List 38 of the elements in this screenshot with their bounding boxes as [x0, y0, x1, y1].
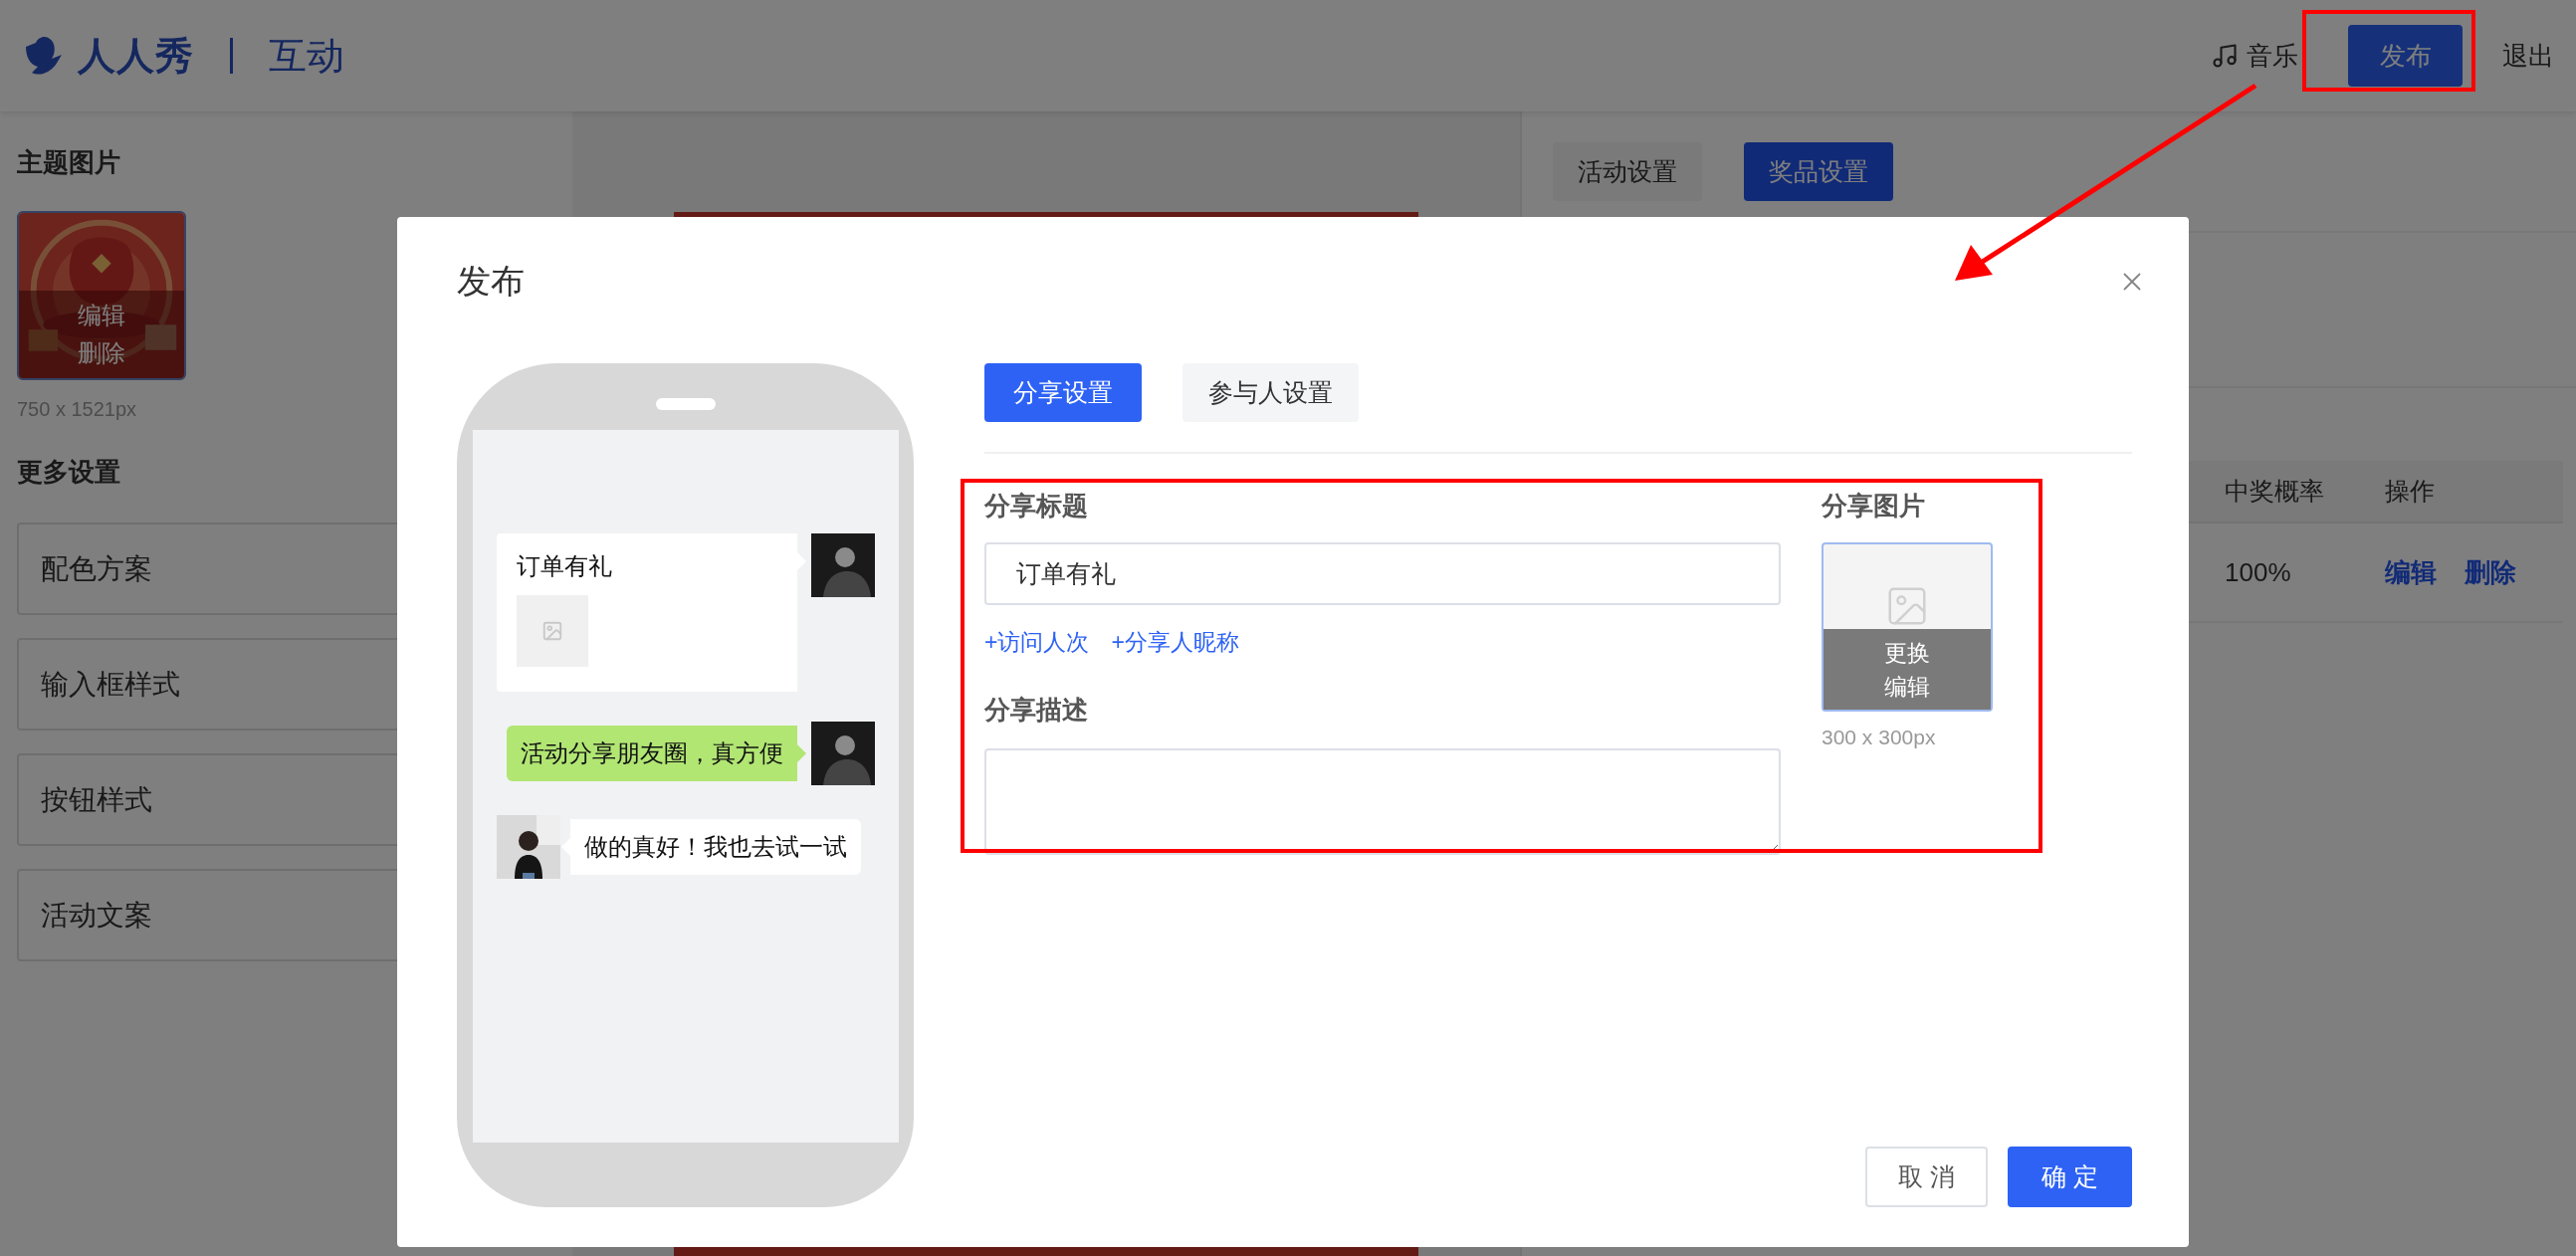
- panel-tab[interactable]: 奖品设置: [1744, 142, 1893, 201]
- publish-button[interactable]: 发布: [2348, 25, 2463, 87]
- image-action[interactable]: 编辑: [1884, 673, 1930, 700]
- table-action-link[interactable]: 编辑: [2385, 554, 2437, 590]
- table-header-cell: 操作: [2385, 461, 2563, 523]
- product-name: 互动: [269, 33, 344, 79]
- music-button[interactable]: 音乐: [2211, 38, 2298, 74]
- image-size-caption: 300 x 300px: [1822, 726, 1937, 749]
- thumbnail-action[interactable]: 编辑: [78, 302, 125, 329]
- dialog-tab[interactable]: 分享设置: [984, 363, 1142, 422]
- table-cell: 100%: [2225, 523, 2385, 623]
- insert-variable-link[interactable]: +分享人昵称: [1111, 627, 1239, 658]
- dialog-title: 发布: [457, 261, 525, 301]
- exit-button[interactable]: 退出: [2502, 38, 2554, 74]
- field-label: 分享图片: [1822, 492, 1926, 520]
- chat-bubble: 活动分享朋友圈，真方便: [507, 726, 806, 781]
- share-description-field[interactable]: [984, 748, 1781, 855]
- table-header-cell: 中奖概率: [2225, 461, 2385, 523]
- share-title-field[interactable]: 订单有礼: [984, 542, 1781, 605]
- image-icon: [541, 620, 563, 642]
- field-label: 分享描述: [984, 696, 1089, 724]
- field-label: 分享标题: [984, 492, 1089, 520]
- insert-variable-link[interactable]: +访问人次: [984, 627, 1090, 658]
- confirm-button[interactable]: 确 定: [2008, 1147, 2132, 1207]
- section-title: 主题图片: [17, 147, 121, 177]
- phone-speaker: [656, 398, 716, 410]
- brand-name: 人人秀: [78, 33, 194, 79]
- music-note-icon: [2211, 42, 2239, 70]
- section-title: 更多设置: [17, 457, 121, 487]
- panel-tab[interactable]: 活动设置: [1553, 142, 1702, 201]
- logo-divider: [230, 38, 233, 74]
- share-image-upload[interactable]: 更换 编辑: [1822, 542, 1993, 712]
- cancel-button[interactable]: 取 消: [1865, 1147, 1988, 1207]
- table-action-link[interactable]: 删除: [2465, 554, 2516, 590]
- dialog-tab[interactable]: 参与人设置: [1182, 363, 1359, 422]
- chat-bubble: 做的真好！我也去试一试: [561, 819, 861, 875]
- thumbnail-action[interactable]: 删除: [78, 339, 125, 367]
- image-action[interactable]: 更换: [1884, 639, 1930, 666]
